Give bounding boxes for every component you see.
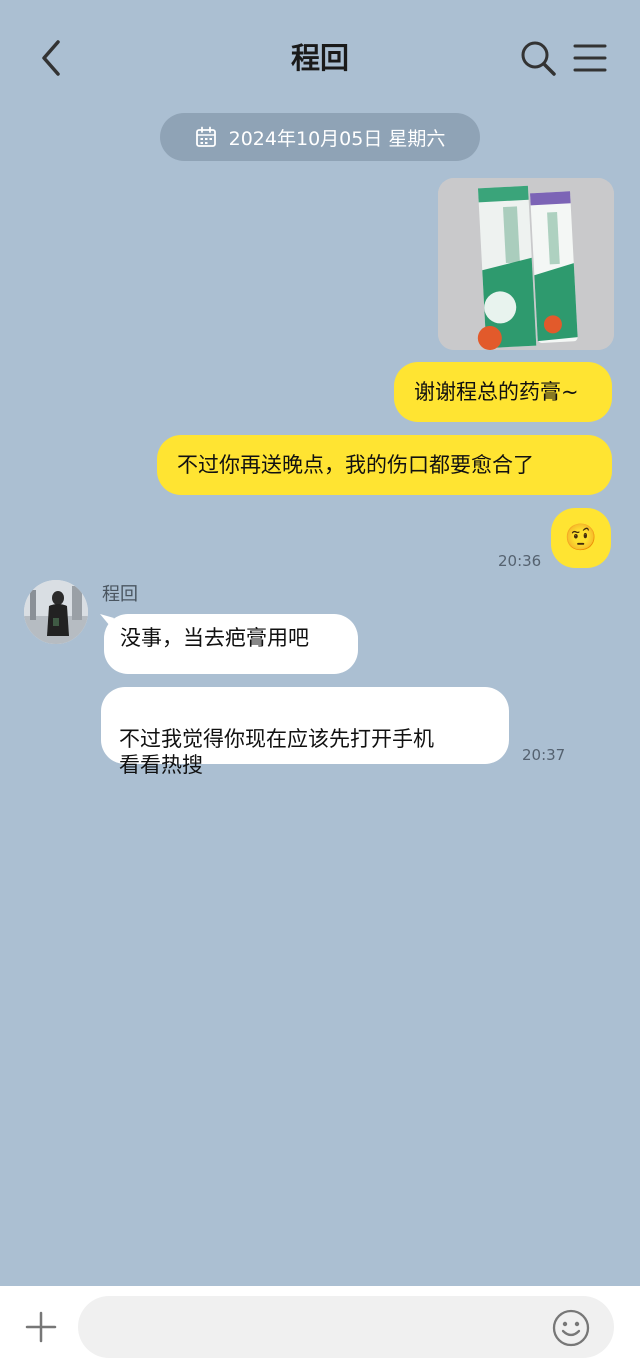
search-icon [521, 41, 556, 76]
message-bubble: 谢谢程总的药膏~ [394, 362, 612, 422]
chat-header: 程回 [0, 0, 640, 112]
message-text: 不过你再送晚点，我的伤口都要愈合了 [177, 453, 534, 477]
avatar-image [24, 580, 88, 644]
message-bubble: 不过我觉得你现在应该先打开手机 看看热搜 [101, 687, 509, 777]
menu-icon [573, 44, 607, 72]
message-bubble: 没事，当去疤膏用吧 [104, 614, 358, 674]
emoji-button[interactable] [550, 1307, 592, 1349]
plus-icon [25, 1311, 57, 1343]
input-bar [0, 1286, 640, 1368]
message-text: 没事，当去疤膏用吧 [120, 626, 309, 650]
date-separator: 2024年10月05日 星期六 [160, 113, 480, 161]
medicine-tube-image [438, 178, 614, 350]
sender-name: 程回 [102, 584, 138, 605]
calendar-icon [195, 126, 216, 147]
message-text: 谢谢程总的药膏~ [414, 380, 579, 404]
message-input[interactable] [78, 1296, 614, 1358]
message-text: 不过我觉得你现在应该先打开手机 看看热搜 [119, 727, 434, 777]
search-button[interactable] [514, 34, 562, 82]
image-message[interactable] [438, 178, 614, 350]
message-time: 20:36 [498, 552, 542, 570]
emoji-bubble: 🤨 [551, 508, 611, 568]
date-text: 2024年10月05日 星期六 [228, 127, 446, 150]
menu-button[interactable] [566, 34, 614, 82]
emoji-text: 🤨 [564, 523, 598, 553]
message-time: 20:37 [522, 746, 566, 764]
avatar[interactable] [24, 580, 88, 644]
plus-button[interactable] [18, 1304, 64, 1350]
message-bubble: 不过你再送晚点，我的伤口都要愈合了 [157, 435, 612, 495]
smiley-icon [552, 1309, 590, 1347]
